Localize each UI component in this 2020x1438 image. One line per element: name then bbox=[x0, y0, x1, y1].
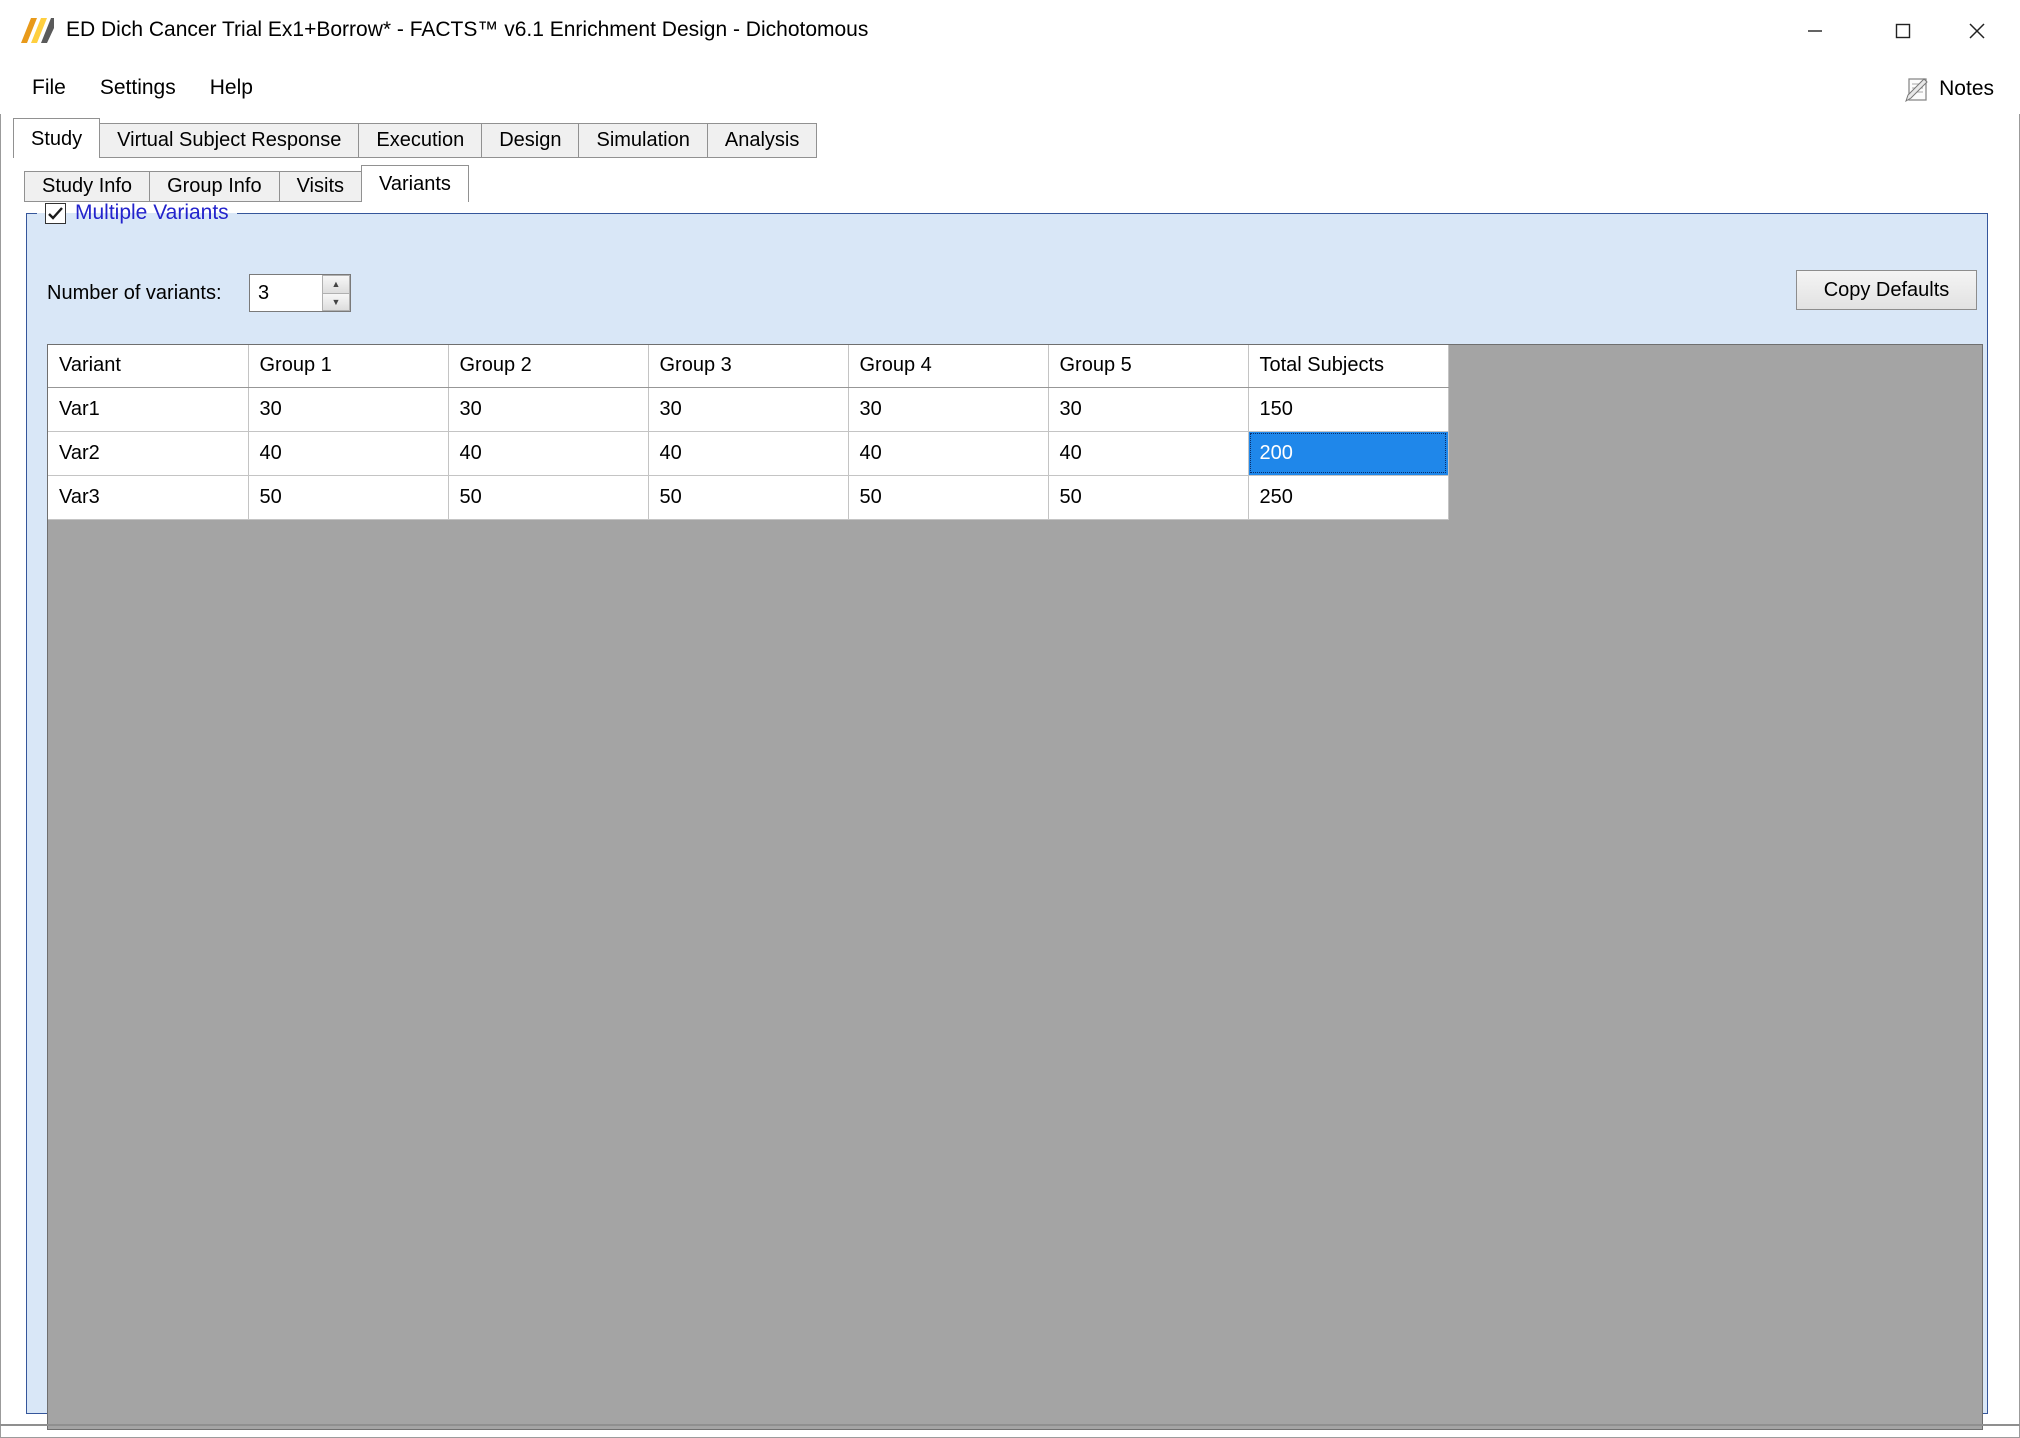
menu-bar: File Settings Help Notes bbox=[0, 62, 2020, 114]
table-row: Var1 30 30 30 30 30 150 bbox=[48, 387, 1448, 431]
window-title: ED Dich Cancer Trial Ex1+Borrow* - FACTS… bbox=[66, 18, 868, 42]
app-icon bbox=[20, 15, 54, 45]
cell[interactable]: 30 bbox=[248, 387, 448, 431]
cell[interactable]: 40 bbox=[1048, 431, 1248, 475]
cell[interactable]: 40 bbox=[848, 431, 1048, 475]
cell[interactable]: Var3 bbox=[48, 475, 248, 519]
multiple-variants-label: Multiple Variants bbox=[75, 201, 229, 225]
cell[interactable]: Var1 bbox=[48, 387, 248, 431]
header-group-4[interactable]: Group 4 bbox=[848, 345, 1048, 387]
header-group-3[interactable]: Group 3 bbox=[648, 345, 848, 387]
multiple-variants-panel: Multiple Variants Number of variants: ▲ … bbox=[26, 200, 1988, 1414]
tab-execution[interactable]: Execution bbox=[358, 123, 482, 158]
number-of-variants-stepper: ▲ ▼ bbox=[249, 274, 351, 312]
cell[interactable]: 30 bbox=[448, 387, 648, 431]
close-button[interactable] bbox=[1948, 0, 2006, 62]
number-of-variants-input[interactable] bbox=[250, 275, 322, 311]
cell[interactable]: 50 bbox=[1048, 475, 1248, 519]
copy-defaults-button[interactable]: Copy Defaults bbox=[1796, 270, 1977, 310]
menu-help[interactable]: Help bbox=[196, 68, 267, 108]
minimize-button[interactable] bbox=[1786, 0, 1844, 62]
header-group-2[interactable]: Group 2 bbox=[448, 345, 648, 387]
maximize-button[interactable] bbox=[1874, 0, 1932, 62]
check-icon bbox=[48, 207, 63, 220]
cell[interactable]: 250 bbox=[1248, 475, 1448, 519]
sub-tab-strip: Study Info Group Info Visits Variants bbox=[24, 165, 469, 202]
tab-visits[interactable]: Visits bbox=[279, 171, 362, 202]
tab-group-info[interactable]: Group Info bbox=[149, 171, 280, 202]
cell[interactable]: 50 bbox=[848, 475, 1048, 519]
multiple-variants-header: Multiple Variants bbox=[37, 200, 237, 226]
menu-settings[interactable]: Settings bbox=[86, 68, 190, 108]
stepper-down-icon[interactable]: ▼ bbox=[322, 294, 350, 312]
cell[interactable]: 30 bbox=[648, 387, 848, 431]
stepper-up-icon[interactable]: ▲ bbox=[322, 275, 350, 294]
tab-study-info[interactable]: Study Info bbox=[24, 171, 150, 202]
header-group-5[interactable]: Group 5 bbox=[1048, 345, 1248, 387]
tab-virtual-subject-response[interactable]: Virtual Subject Response bbox=[99, 123, 359, 158]
cell[interactable]: 150 bbox=[1248, 387, 1448, 431]
multiple-variants-checkbox[interactable] bbox=[45, 203, 66, 224]
variants-grid: Variant Group 1 Group 2 Group 3 Group 4 … bbox=[47, 344, 1983, 1430]
cell[interactable]: 50 bbox=[648, 475, 848, 519]
bottom-separator bbox=[0, 1424, 2020, 1426]
header-total-subjects[interactable]: Total Subjects bbox=[1248, 345, 1448, 387]
tab-analysis[interactable]: Analysis bbox=[707, 123, 817, 158]
tab-simulation[interactable]: Simulation bbox=[578, 123, 707, 158]
table-row: Var3 50 50 50 50 50 250 bbox=[48, 475, 1448, 519]
number-of-variants-label: Number of variants: bbox=[47, 282, 222, 305]
header-row: Variant Group 1 Group 2 Group 3 Group 4 … bbox=[48, 345, 1448, 387]
cell[interactable]: 40 bbox=[248, 431, 448, 475]
cell[interactable]: 40 bbox=[648, 431, 848, 475]
selected-cell[interactable]: 200 bbox=[1248, 431, 1448, 475]
header-variant[interactable]: Variant bbox=[48, 345, 248, 387]
table-row: Var2 40 40 40 40 40 200 bbox=[48, 431, 1448, 475]
notes-label: Notes bbox=[1939, 77, 1994, 101]
app-window: ED Dich Cancer Trial Ex1+Borrow* - FACTS… bbox=[0, 0, 2020, 1438]
cell[interactable]: 50 bbox=[448, 475, 648, 519]
cell[interactable]: 30 bbox=[848, 387, 1048, 431]
tab-variants[interactable]: Variants bbox=[361, 165, 469, 202]
cell[interactable]: 30 bbox=[1048, 387, 1248, 431]
tab-design[interactable]: Design bbox=[481, 123, 579, 158]
cell[interactable]: 40 bbox=[448, 431, 648, 475]
main-tab-strip: Study Virtual Subject Response Execution… bbox=[13, 118, 817, 158]
cell[interactable]: 50 bbox=[248, 475, 448, 519]
notes-icon bbox=[1904, 76, 1932, 103]
variants-table: Variant Group 1 Group 2 Group 3 Group 4 … bbox=[48, 345, 1449, 520]
notes-button[interactable]: Notes bbox=[1904, 72, 1994, 106]
menu-file[interactable]: File bbox=[18, 68, 80, 108]
title-bar: ED Dich Cancer Trial Ex1+Borrow* - FACTS… bbox=[0, 0, 2020, 62]
header-group-1[interactable]: Group 1 bbox=[248, 345, 448, 387]
tab-study[interactable]: Study bbox=[13, 118, 100, 158]
cell[interactable]: Var2 bbox=[48, 431, 248, 475]
